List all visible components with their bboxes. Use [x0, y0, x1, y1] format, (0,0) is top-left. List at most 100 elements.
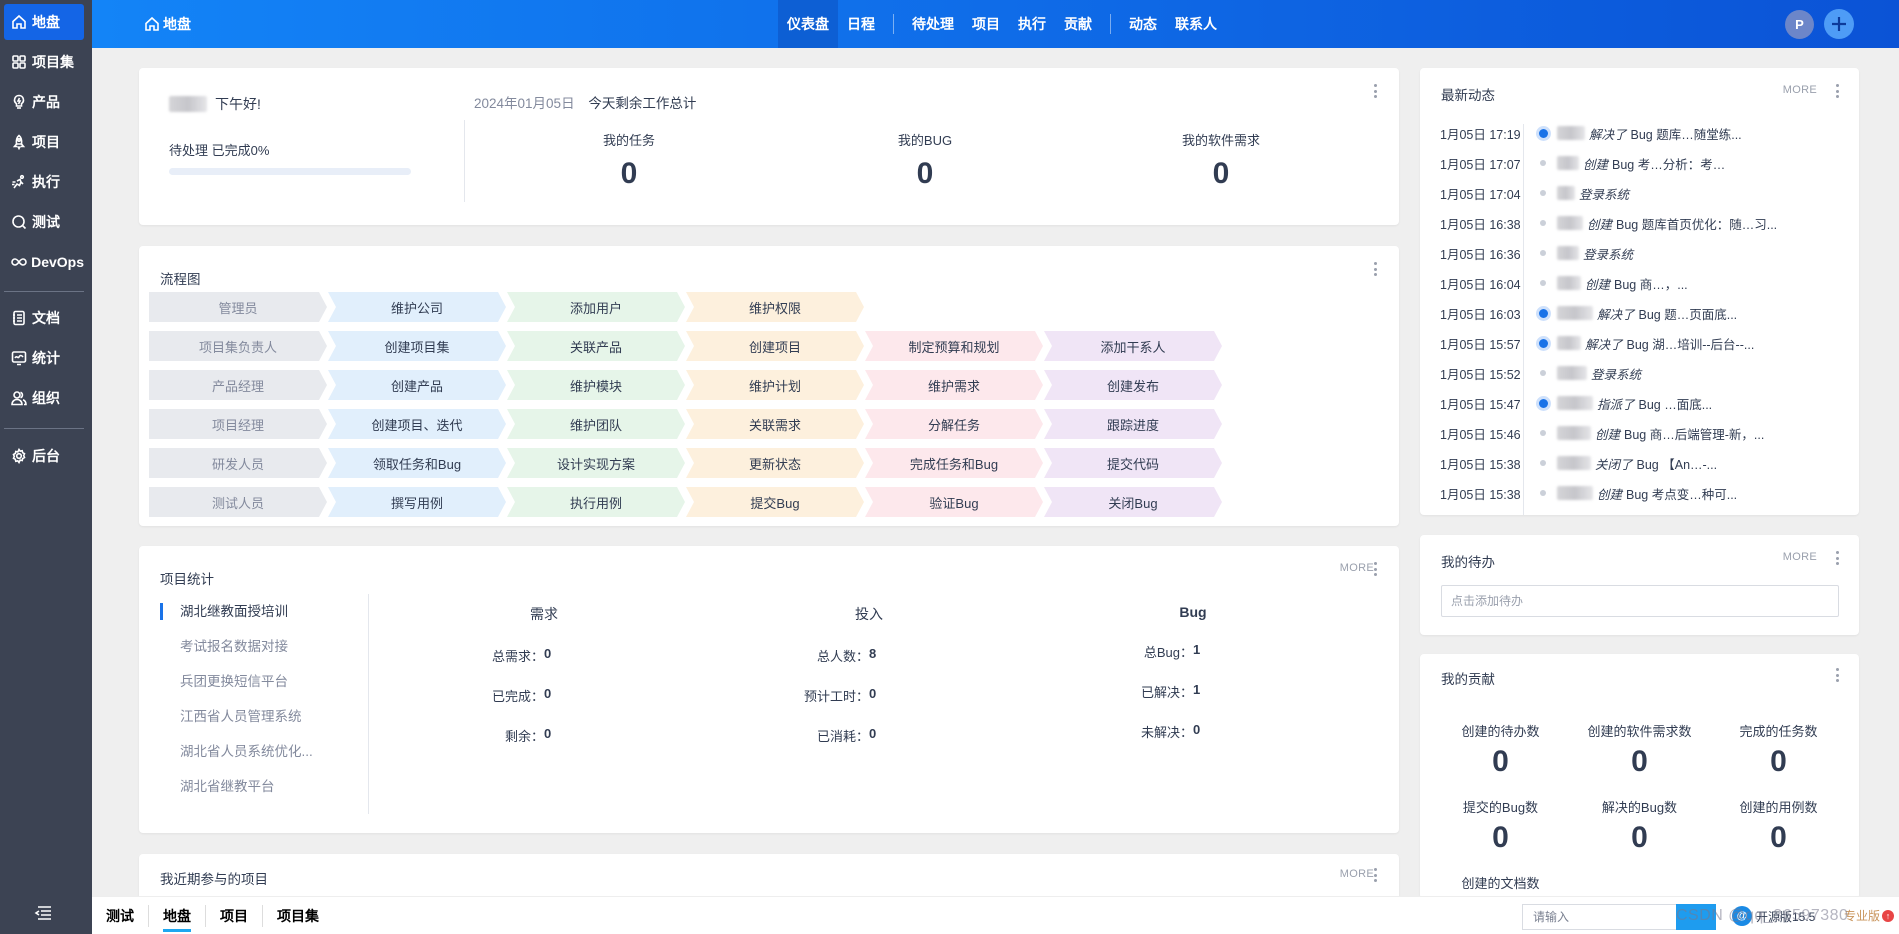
sidebar-item-project[interactable]: 项目	[4, 124, 84, 160]
flow-step[interactable]: 维护计划	[686, 370, 864, 400]
project-list-item[interactable]: 湖北省人员系统优化...	[160, 734, 360, 769]
activity-object[interactable]: Bug …面底...	[1639, 394, 1713, 413]
global-search-input[interactable]	[1522, 904, 1677, 930]
breadcrumb-home[interactable]: 地盘	[144, 0, 191, 48]
tab-execution[interactable]: 执行	[1009, 0, 1055, 48]
project-list-item[interactable]: 考试报名数据对接	[160, 629, 360, 664]
sidebar-item-execution[interactable]: 执行	[4, 164, 84, 200]
activity-item[interactable]: 1月05日 16:38 创建 Bug 题库首页优化：随…习...	[1440, 208, 1840, 238]
more-link[interactable]: MORE	[1783, 84, 1817, 96]
add-todo-input[interactable]	[1441, 585, 1839, 617]
flow-step[interactable]: 添加用户	[507, 292, 685, 322]
activity-item[interactable]: 1月05日 17:04 登录系统	[1440, 178, 1840, 208]
flow-step[interactable]: 执行用例	[507, 487, 685, 517]
activity-item[interactable]: 1月05日 16:03 解决了 Bug 题…页面底...	[1440, 298, 1840, 328]
search-button[interactable]	[1676, 904, 1716, 930]
app-tab-dashboard[interactable]: 地盘	[149, 905, 206, 932]
activity-object[interactable]: Bug 商…后端管理-新，...	[1624, 424, 1764, 443]
flow-step[interactable]: 维护权限	[686, 292, 864, 322]
more-options-icon[interactable]	[1833, 549, 1841, 567]
flow-step[interactable]: 关联产品	[507, 331, 685, 361]
flow-step[interactable]: 创建产品	[328, 370, 506, 400]
more-options-icon[interactable]	[1833, 666, 1841, 684]
more-options-icon[interactable]	[1371, 866, 1379, 884]
activity-item[interactable]: 1月05日 16:36 登录系统	[1440, 238, 1840, 268]
app-tab-qa[interactable]: 测试	[92, 905, 149, 927]
flow-step[interactable]: 更新状态	[686, 448, 864, 478]
sidebar-item-company[interactable]: 组织	[4, 380, 84, 416]
project-list-item[interactable]: 兵团更换短信平台	[160, 664, 360, 699]
activity-item[interactable]: 1月05日 15:57 解决了 Bug 湖…培训--后台--...	[1440, 328, 1840, 358]
activity-item[interactable]: 1月05日 15:47 指派了 Bug …面底...	[1440, 388, 1840, 418]
activity-object[interactable]: Bug 【An…-...	[1637, 454, 1718, 473]
activity-item[interactable]: 1月05日 17:19 解决了 Bug 题库…随堂练...	[1440, 118, 1840, 148]
more-link[interactable]: MORE	[1340, 868, 1374, 880]
flow-step[interactable]: 维护公司	[328, 292, 506, 322]
more-link[interactable]: MORE	[1340, 562, 1374, 574]
sidebar-item-program[interactable]: 项目集	[4, 44, 84, 80]
activity-object[interactable]: Bug 题…页面底...	[1639, 304, 1738, 323]
sidebar-item-product[interactable]: 产品	[4, 84, 84, 120]
sidebar-item-devops[interactable]: DevOps	[4, 244, 84, 280]
more-options-icon[interactable]	[1833, 82, 1841, 100]
stat-my-tasks[interactable]: 我的任务 0	[529, 130, 729, 191]
flow-step[interactable]: 维护模块	[507, 370, 685, 400]
tab-contacts[interactable]: 联系人	[1166, 0, 1226, 48]
flow-step[interactable]: 完成任务和Bug	[865, 448, 1043, 478]
stat-my-stories[interactable]: 我的软件需求 0	[1121, 130, 1321, 191]
tab-project[interactable]: 项目	[963, 0, 1009, 48]
user-avatar[interactable]: P	[1785, 10, 1814, 39]
flow-step[interactable]: 创建项目、迭代	[328, 409, 506, 439]
flow-step[interactable]: 设计实现方案	[507, 448, 685, 478]
flow-step[interactable]: 提交代码	[1044, 448, 1222, 478]
activity-object[interactable]: Bug 题库首页优化：随…习...	[1616, 214, 1777, 233]
flow-step[interactable]: 制定预算和规划	[865, 331, 1043, 361]
flow-step[interactable]: 关联需求	[686, 409, 864, 439]
activity-object[interactable]: Bug 湖…培训--后台--...	[1627, 334, 1755, 353]
activity-object[interactable]: Bug 商…，...	[1614, 274, 1688, 293]
flow-step[interactable]: 提交Bug	[686, 487, 864, 517]
sidebar-item-admin[interactable]: 后台	[4, 438, 84, 474]
project-list-item[interactable]: 湖北省继教平台	[160, 769, 360, 804]
activity-object[interactable]: Bug 考点变…种可...	[1626, 484, 1737, 503]
flow-step[interactable]: 撰写用例	[328, 487, 506, 517]
flow-step[interactable]: 创建项目	[686, 331, 864, 361]
flow-step[interactable]: 领取任务和Bug	[328, 448, 506, 478]
project-list-item[interactable]: 江西省人员管理系统	[160, 699, 360, 734]
more-options-icon[interactable]	[1371, 82, 1379, 100]
tab-dynamic[interactable]: 动态	[1120, 0, 1166, 48]
flow-step[interactable]: 创建发布	[1044, 370, 1222, 400]
flow-step[interactable]: 分解任务	[865, 409, 1043, 439]
flow-step[interactable]: 关闭Bug	[1044, 487, 1222, 517]
create-button[interactable]	[1824, 9, 1854, 39]
tab-contribution[interactable]: 贡献	[1055, 0, 1101, 48]
activity-object[interactable]: Bug 考…分析：考…	[1612, 154, 1725, 173]
sidebar-item-qa[interactable]: 测试	[4, 204, 84, 240]
sidebar-item-report[interactable]: 统计	[4, 340, 84, 376]
activity-item[interactable]: 1月05日 15:52 登录系统	[1440, 358, 1840, 388]
sidebar-item-doc[interactable]: 文档	[4, 300, 84, 336]
flow-step[interactable]: 维护需求	[865, 370, 1043, 400]
activity-object[interactable]: Bug 题库…随堂练...	[1631, 124, 1742, 143]
tab-dashboard[interactable]: 仪表盘	[778, 0, 838, 48]
flow-step[interactable]: 跟踪进度	[1044, 409, 1222, 439]
flow-step[interactable]: 创建项目集	[328, 331, 506, 361]
tab-calendar[interactable]: 日程	[838, 0, 884, 48]
activity-item[interactable]: 1月05日 15:38 关闭了 Bug 【An…-...	[1440, 448, 1840, 478]
more-options-icon[interactable]	[1371, 560, 1379, 578]
upgrade-pro-link[interactable]: 专业版 ↑	[1844, 907, 1895, 924]
tab-pending[interactable]: 待处理	[903, 0, 963, 48]
flow-step[interactable]: 维护团队	[507, 409, 685, 439]
more-link[interactable]: MORE	[1783, 551, 1817, 563]
stat-my-bugs[interactable]: 我的BUG 0	[825, 130, 1025, 191]
version-info[interactable]: @ 开源版15.5	[1732, 906, 1815, 926]
app-tab-project[interactable]: 项目	[206, 905, 263, 927]
project-list-item[interactable]: 湖北继教面授培训	[160, 594, 360, 629]
collapse-menu-icon[interactable]	[34, 905, 52, 921]
activity-item[interactable]: 1月05日 15:38 创建 Bug 考点变…种可...	[1440, 478, 1840, 508]
activity-item[interactable]: 1月05日 17:07 创建 Bug 考…分析：考…	[1440, 148, 1840, 178]
app-tab-program[interactable]: 项目集	[263, 905, 333, 927]
more-options-icon[interactable]	[1371, 260, 1379, 278]
activity-item[interactable]: 1月05日 15:46 创建 Bug 商…后端管理-新，...	[1440, 418, 1840, 448]
flow-step[interactable]: 验证Bug	[865, 487, 1043, 517]
